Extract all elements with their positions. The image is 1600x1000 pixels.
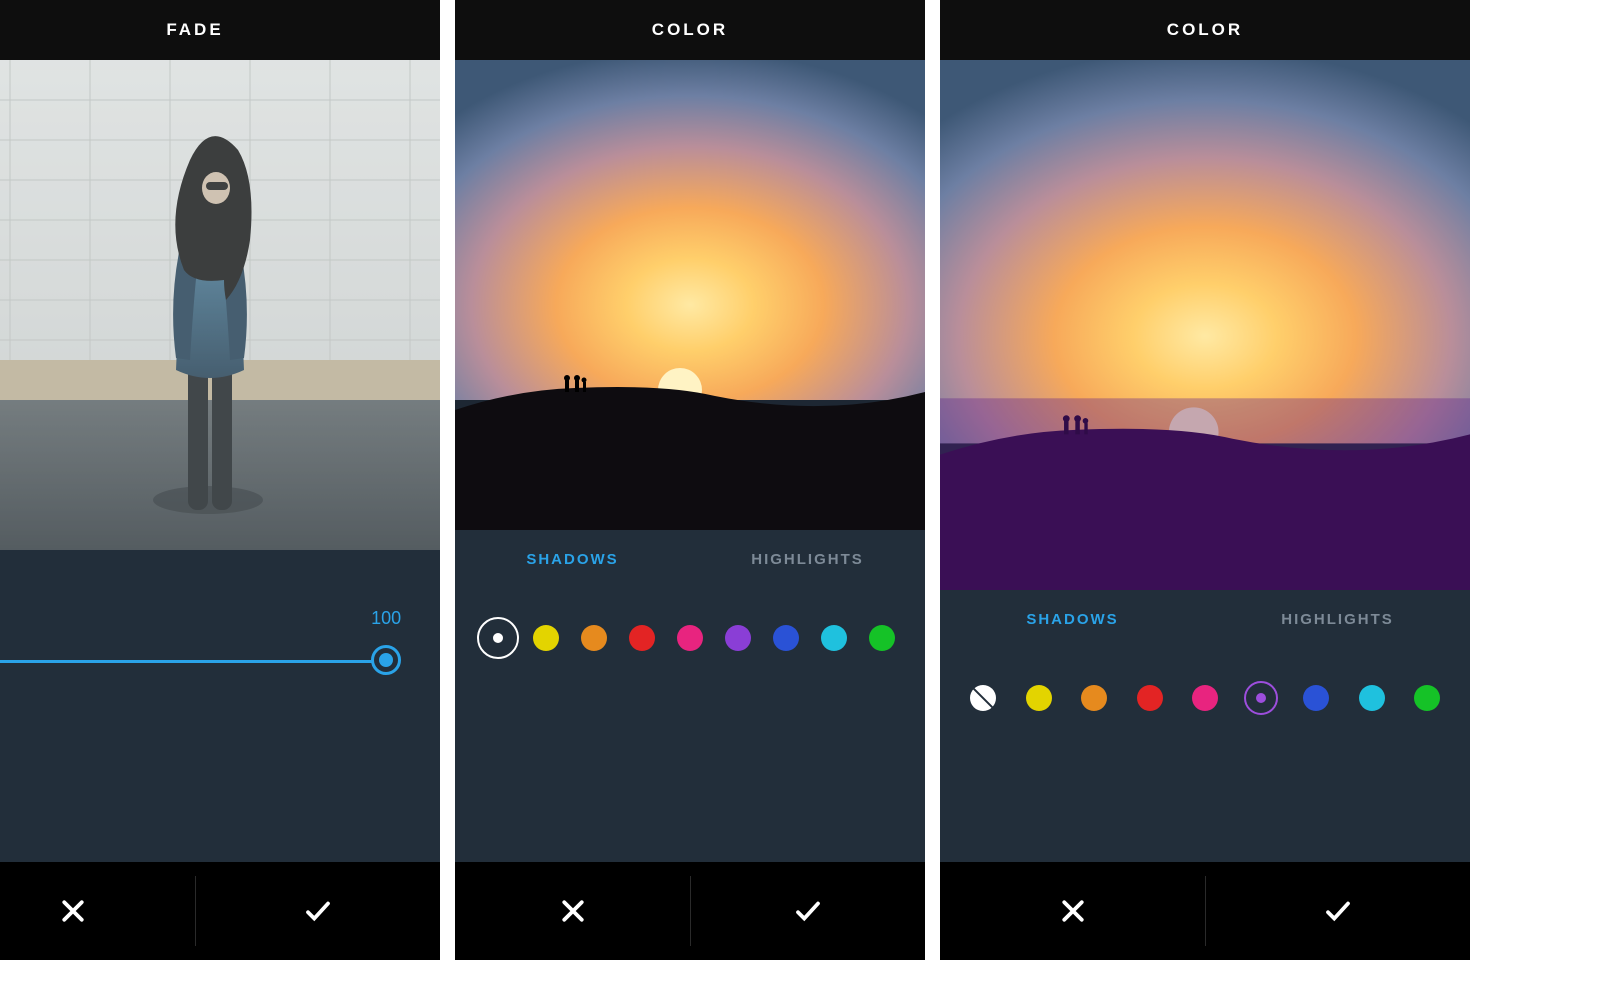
swatch-cyan[interactable] [821, 625, 847, 651]
swatch-red[interactable] [629, 625, 655, 651]
photo-preview [940, 60, 1470, 590]
color-controls: SHADOWS HIGHLIGHTS [455, 530, 925, 862]
title-text: FADE [166, 20, 223, 40]
title-text: COLOR [1167, 20, 1243, 40]
action-bar [455, 862, 925, 960]
screen-title: FADE [0, 0, 440, 60]
swatch-blue[interactable] [773, 625, 799, 651]
color-swatches [455, 588, 925, 688]
color-tabs: SHADOWS HIGHLIGHTS [940, 590, 1470, 648]
screen-color-none: COLOR [455, 0, 925, 960]
swatch-pink[interactable] [1192, 685, 1218, 711]
check-icon [303, 896, 333, 926]
screen-fade: FADE [0, 0, 440, 960]
confirm-button[interactable] [195, 862, 440, 960]
swatch-purple[interactable] [725, 625, 751, 651]
preview-image-fade [0, 60, 440, 550]
swatch-green[interactable] [869, 625, 895, 651]
swatch-orange[interactable] [1081, 685, 1107, 711]
swatch-red[interactable] [1137, 685, 1163, 711]
photo-preview [0, 60, 440, 550]
action-bar [0, 862, 440, 960]
screen-title: COLOR [940, 0, 1470, 60]
close-icon [558, 896, 588, 926]
confirm-button[interactable] [690, 862, 925, 960]
slider-track [0, 660, 386, 663]
fade-slider[interactable]: 100 [0, 550, 440, 862]
screen-title: COLOR [455, 0, 925, 60]
tab-shadows[interactable]: SHADOWS [940, 611, 1205, 628]
preview-image-sunset [455, 60, 925, 530]
check-icon [1323, 896, 1353, 926]
swatch-yellow[interactable] [1026, 685, 1052, 711]
swatch-none[interactable] [485, 625, 511, 651]
color-swatches [940, 648, 1470, 748]
close-icon [1058, 896, 1088, 926]
swatch-none[interactable] [970, 685, 996, 711]
photo-preview [455, 60, 925, 530]
color-controls: SHADOWS HIGHLIGHTS [940, 590, 1470, 862]
slider-value-label: 100 [371, 608, 401, 629]
swatch-cyan[interactable] [1359, 685, 1385, 711]
cancel-button[interactable] [0, 862, 195, 960]
check-icon [793, 896, 823, 926]
swatch-yellow[interactable] [533, 625, 559, 651]
tab-highlights[interactable]: HIGHLIGHTS [1205, 611, 1470, 628]
swatch-blue[interactable] [1303, 685, 1329, 711]
swatch-purple[interactable] [1248, 685, 1274, 711]
slider-thumb[interactable] [371, 645, 401, 675]
fade-controls: 100 [0, 550, 440, 862]
action-bar [940, 862, 1470, 960]
title-text: COLOR [652, 20, 728, 40]
screenshot-stage: FADE [0, 0, 1600, 1000]
close-icon [58, 896, 88, 926]
cancel-button[interactable] [940, 862, 1205, 960]
swatch-orange[interactable] [581, 625, 607, 651]
swatch-pink[interactable] [677, 625, 703, 651]
color-tabs: SHADOWS HIGHLIGHTS [455, 530, 925, 588]
swatch-green[interactable] [1414, 685, 1440, 711]
preview-image-sunset-tinted [940, 60, 1470, 590]
tab-highlights[interactable]: HIGHLIGHTS [690, 551, 925, 568]
cancel-button[interactable] [455, 862, 690, 960]
screen-color-purple: COLOR [940, 0, 1470, 960]
tab-shadows[interactable]: SHADOWS [455, 551, 690, 568]
confirm-button[interactable] [1205, 862, 1470, 960]
